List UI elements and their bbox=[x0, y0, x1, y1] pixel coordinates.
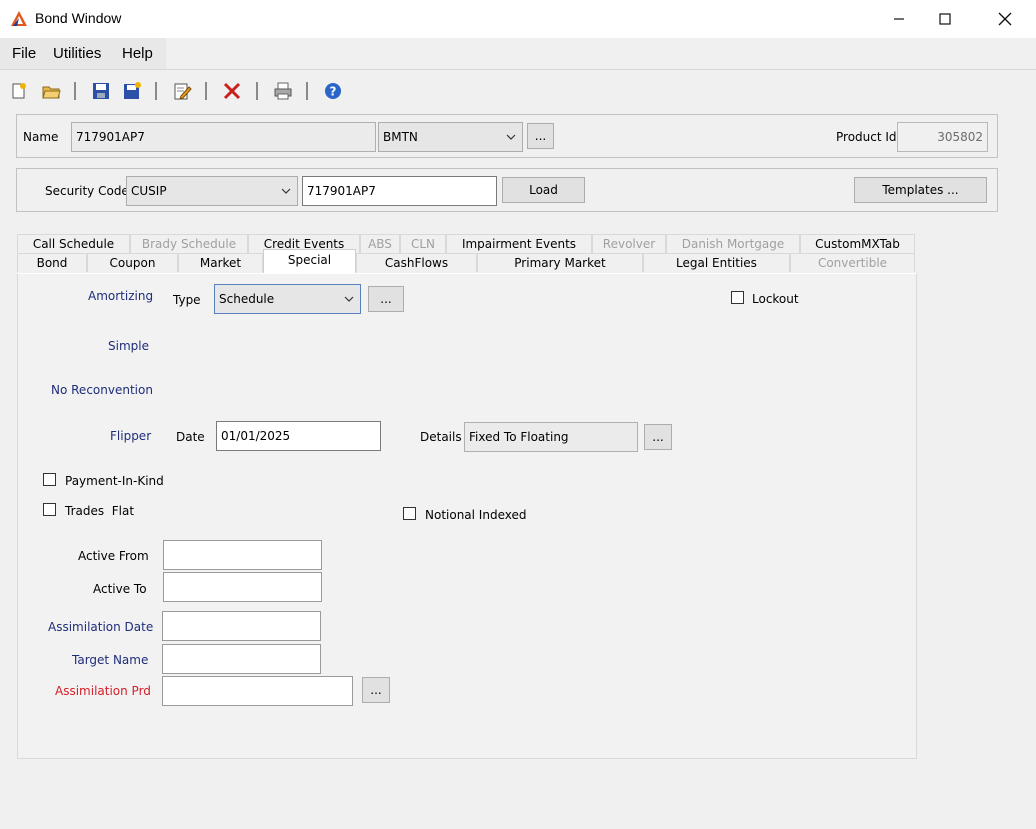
instrument-type-value: BMTN bbox=[383, 130, 418, 144]
security-code-label: Security Code bbox=[45, 184, 129, 198]
target-name-input[interactable] bbox=[162, 644, 321, 674]
lockout-checkbox[interactable] bbox=[731, 291, 744, 304]
target-name-label: Target Name bbox=[72, 653, 149, 667]
type-label: Type bbox=[173, 293, 201, 307]
no-reconvention-label: No Reconvention bbox=[51, 383, 153, 397]
load-button[interactable]: Load bbox=[502, 177, 585, 203]
help-button[interactable]: ? bbox=[322, 80, 344, 102]
delete-button[interactable] bbox=[221, 80, 243, 102]
name-group: Name 717901AP7 BMTN ... Product Id 30580… bbox=[16, 114, 998, 158]
active-from-input[interactable] bbox=[163, 540, 322, 570]
templates-button[interactable]: Templates ... bbox=[854, 177, 987, 203]
amortization-ellipsis-button[interactable]: ... bbox=[368, 286, 404, 312]
notional-indexed-label: Notional Indexed bbox=[425, 508, 527, 522]
active-to-label: Active To bbox=[93, 582, 147, 596]
assimilation-prd-input[interactable] bbox=[162, 676, 353, 706]
open-button[interactable] bbox=[40, 80, 62, 102]
tab-custommxtab[interactable]: CustomMXTab bbox=[800, 234, 915, 253]
payment-in-kind-label: Payment-In-Kind bbox=[65, 474, 164, 488]
amortizing-label: Amortizing bbox=[88, 289, 154, 303]
simple-label: Simple bbox=[108, 339, 149, 353]
payment-in-kind-checkbox[interactable] bbox=[43, 473, 56, 486]
menu-utilities[interactable]: Utilities bbox=[53, 45, 101, 62]
window-title: Bond Window bbox=[35, 10, 122, 26]
tab-impairment-events[interactable]: Impairment Events bbox=[446, 234, 592, 253]
maximize-button[interactable] bbox=[922, 0, 968, 38]
active-to-input[interactable] bbox=[163, 572, 322, 602]
tab-primary-market[interactable]: Primary Market bbox=[477, 253, 643, 272]
active-from-label: Active From bbox=[78, 549, 149, 563]
save-as-button[interactable] bbox=[121, 80, 143, 102]
product-id-field: 305802 bbox=[897, 122, 988, 152]
tab-bond[interactable]: Bond bbox=[17, 253, 87, 272]
tab-brady-schedule[interactable]: Brady Schedule bbox=[130, 234, 248, 253]
close-button[interactable] bbox=[982, 0, 1028, 38]
save-icon bbox=[93, 83, 109, 99]
chevron-down-icon bbox=[344, 296, 354, 302]
app-logo-icon bbox=[11, 11, 27, 26]
product-id-label: Product Id bbox=[836, 130, 897, 144]
assimilation-prd-ellipsis-button[interactable]: ... bbox=[362, 677, 390, 703]
flipper-date-input[interactable]: 01/01/2025 bbox=[216, 421, 381, 451]
new-icon bbox=[12, 83, 26, 99]
edit-icon bbox=[174, 83, 192, 100]
minimize-button[interactable] bbox=[876, 0, 922, 38]
maximize-icon bbox=[939, 13, 951, 25]
trades-flat-checkbox[interactable] bbox=[43, 503, 56, 516]
name-label: Name bbox=[23, 130, 59, 144]
details-ellipsis-button[interactable]: ... bbox=[644, 424, 672, 450]
edit-button[interactable] bbox=[171, 80, 193, 102]
menu-bar: File Utilities Help bbox=[0, 38, 1036, 70]
chevron-down-icon bbox=[281, 188, 291, 194]
name-field[interactable]: 717901AP7 bbox=[71, 122, 376, 152]
chevron-down-icon bbox=[506, 134, 516, 140]
flipper-label: Flipper bbox=[110, 429, 152, 443]
print-icon bbox=[274, 82, 292, 100]
instrument-type-select[interactable]: BMTN bbox=[378, 122, 523, 152]
svg-text:?: ? bbox=[330, 85, 337, 99]
tab-revolver[interactable]: Revolver bbox=[592, 234, 666, 253]
save-as-icon bbox=[124, 82, 141, 99]
tab-coupon[interactable]: Coupon bbox=[87, 253, 178, 272]
tab-convertible[interactable]: Convertible bbox=[790, 253, 915, 272]
title-bar: Bond Window bbox=[0, 0, 1036, 38]
menu-help[interactable]: Help bbox=[122, 45, 153, 62]
help-icon: ? bbox=[325, 83, 341, 99]
tab-cashflows[interactable]: CashFlows bbox=[356, 253, 477, 272]
security-code-type-value: CUSIP bbox=[131, 184, 167, 198]
delete-icon bbox=[223, 82, 241, 100]
amortization-type-select[interactable]: Schedule bbox=[214, 284, 361, 314]
tab-special[interactable]: Special bbox=[263, 249, 356, 274]
notional-indexed-checkbox[interactable] bbox=[403, 507, 416, 520]
amortization-type-value: Schedule bbox=[219, 292, 275, 306]
lockout-label: Lockout bbox=[752, 292, 799, 306]
tab-market[interactable]: Market bbox=[178, 253, 263, 272]
menu-file[interactable]: File bbox=[12, 45, 36, 62]
date-label: Date bbox=[176, 430, 205, 444]
tab-cln[interactable]: CLN bbox=[400, 234, 446, 253]
minimize-icon bbox=[894, 18, 904, 20]
assimilation-prd-label: Assimilation Prd bbox=[55, 684, 151, 698]
save-button[interactable] bbox=[90, 80, 112, 102]
security-code-type-select[interactable]: CUSIP bbox=[126, 176, 298, 206]
assimilation-date-label: Assimilation Date bbox=[48, 620, 154, 634]
tab-abs[interactable]: ABS bbox=[360, 234, 400, 253]
details-label: Details bbox=[420, 430, 462, 444]
tab-danish-mortgage[interactable]: Danish Mortgage bbox=[666, 234, 800, 253]
tab-legal-entities[interactable]: Legal Entities bbox=[643, 253, 790, 272]
details-field[interactable]: Fixed To Floating bbox=[464, 422, 638, 452]
trades-flat-label: Trades Flat bbox=[65, 504, 135, 518]
new-button[interactable] bbox=[8, 80, 30, 102]
tab-call-schedule[interactable]: Call Schedule bbox=[17, 234, 130, 253]
name-ellipsis-button[interactable]: ... bbox=[527, 123, 554, 149]
open-icon bbox=[42, 86, 61, 99]
print-button[interactable] bbox=[272, 80, 294, 102]
toolbar: ? bbox=[0, 72, 1036, 108]
assimilation-date-input[interactable] bbox=[162, 611, 321, 641]
close-icon bbox=[998, 12, 1012, 26]
security-group: Security Code CUSIP 717901AP7 Load Templ… bbox=[16, 168, 998, 212]
security-code-input[interactable]: 717901AP7 bbox=[302, 176, 497, 206]
